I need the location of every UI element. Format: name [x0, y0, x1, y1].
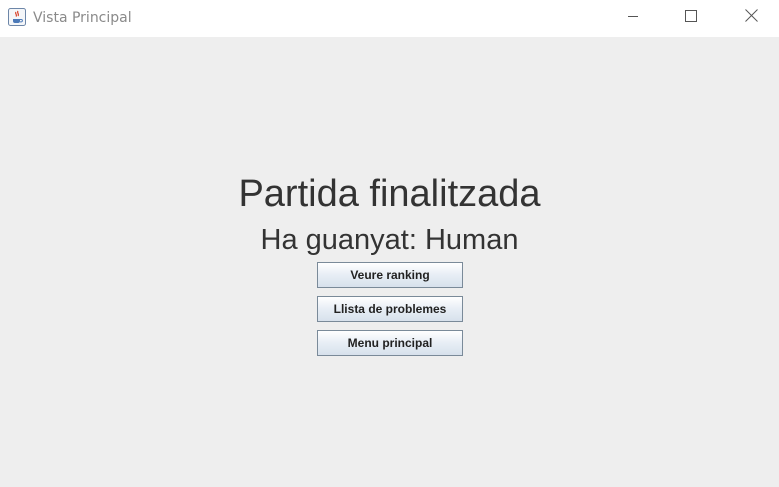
close-icon — [744, 9, 758, 27]
main-panel: Partida finalitzada Ha guanyat: Human Ve… — [0, 37, 779, 487]
app-window: Vista Principal Partida finalitzada Ha g… — [0, 0, 779, 487]
minimize-icon — [627, 9, 639, 27]
problem-list-button[interactable]: Llista de problemes — [317, 296, 463, 322]
maximize-icon — [685, 9, 697, 27]
main-menu-button[interactable]: Menu principal — [317, 330, 463, 356]
game-over-heading: Partida finalitzada — [238, 173, 541, 215]
maximize-button[interactable] — [668, 0, 714, 36]
view-ranking-button[interactable]: Veure ranking — [317, 262, 463, 288]
java-icon — [8, 8, 26, 26]
window-title: Vista Principal — [33, 10, 132, 26]
winner-label: Ha guanyat: Human — [260, 224, 519, 256]
minimize-button[interactable] — [610, 0, 656, 36]
close-button[interactable] — [728, 0, 774, 36]
title-bar[interactable]: Vista Principal — [0, 0, 779, 37]
